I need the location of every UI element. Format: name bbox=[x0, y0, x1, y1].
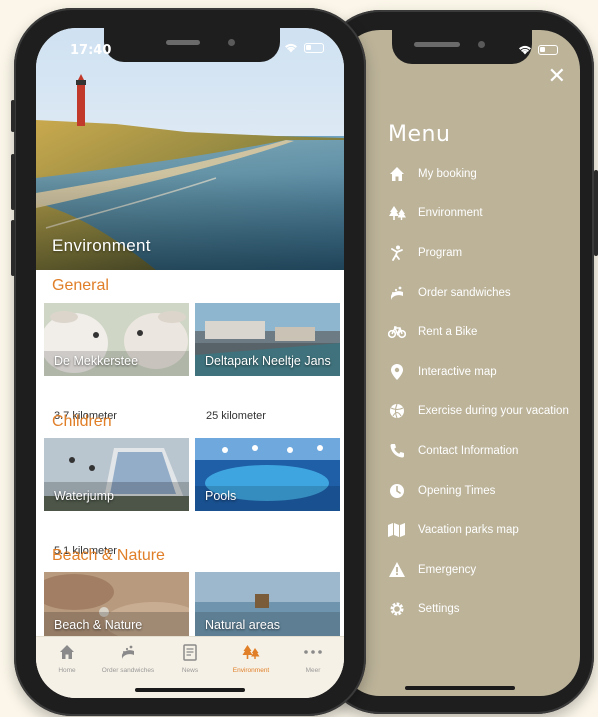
card-deltapark-neeltje-jans[interactable]: Deltapark Neeltje Jans bbox=[195, 303, 340, 376]
menu-item-interactive-map[interactable]: Interactive map bbox=[388, 352, 580, 392]
battery-icon bbox=[538, 44, 558, 55]
section-title-beach-nature: Beach & Nature bbox=[52, 547, 165, 564]
tab-home[interactable]: Home bbox=[36, 641, 98, 674]
card-label: Pools bbox=[205, 489, 237, 503]
camera bbox=[478, 41, 485, 48]
distance-text: 25 kilometer bbox=[206, 410, 266, 422]
camera bbox=[228, 39, 235, 46]
tab-environment[interactable]: Environment bbox=[220, 641, 282, 674]
menu-screen: ✕ Menu My booking Environment Program Or… bbox=[340, 30, 580, 696]
environment-phone: 17:40 Environment General De Mekkerstee … bbox=[11, 8, 366, 716]
newspaper-icon bbox=[183, 643, 197, 661]
card-waterjump[interactable]: Waterjump bbox=[44, 438, 189, 511]
hero-image: Environment bbox=[36, 28, 344, 270]
power-button bbox=[594, 170, 598, 256]
notch bbox=[392, 30, 532, 64]
menu-item-contact-information[interactable]: Contact Information bbox=[388, 431, 580, 471]
menu-item-label: Environment bbox=[418, 207, 483, 220]
menu-item-program[interactable]: Program bbox=[388, 233, 580, 273]
page-title: Environment bbox=[52, 236, 151, 255]
sandwich-icon bbox=[121, 645, 134, 659]
volume-up-button bbox=[11, 154, 15, 210]
card-label: Deltapark Neeltje Jans bbox=[205, 354, 331, 368]
trees-icon bbox=[242, 645, 260, 659]
section-title-general: General bbox=[52, 277, 109, 294]
tab-label: News bbox=[181, 667, 199, 674]
card-beach-nature[interactable]: Beach & Nature bbox=[44, 572, 189, 640]
wifi-icon bbox=[285, 43, 297, 53]
home-icon bbox=[388, 165, 406, 183]
menu-item-label: Exercise during your vacation bbox=[418, 405, 569, 418]
speaker bbox=[414, 42, 460, 47]
trees-icon bbox=[388, 204, 406, 222]
menu-item-label: Settings bbox=[418, 603, 460, 616]
menu-item-label: My booking bbox=[418, 167, 477, 180]
wifi-icon bbox=[519, 45, 531, 55]
ball-icon bbox=[388, 402, 406, 420]
more-icon bbox=[304, 650, 322, 654]
map-pin-icon bbox=[388, 363, 406, 381]
notch bbox=[104, 28, 280, 62]
section-title-children: Children bbox=[52, 413, 112, 430]
menu-item-environment[interactable]: Environment bbox=[388, 194, 580, 234]
menu-item-exercise[interactable]: Exercise during your vacation bbox=[388, 392, 580, 432]
card-de-mekkerstee[interactable]: De Mekkerstee bbox=[44, 303, 189, 376]
clock-icon bbox=[388, 482, 406, 500]
menu-item-label: Rent a Bike bbox=[418, 326, 478, 339]
home-icon bbox=[60, 645, 74, 659]
menu-item-my-booking[interactable]: My booking bbox=[388, 154, 580, 194]
card-label: Beach & Nature bbox=[54, 618, 143, 632]
menu-item-label: Order sandwiches bbox=[418, 286, 511, 299]
gear-icon bbox=[388, 600, 406, 618]
home-indicator bbox=[405, 686, 515, 690]
phone-icon bbox=[388, 442, 406, 460]
status-icons bbox=[518, 44, 558, 55]
status-icons bbox=[284, 42, 324, 53]
warning-icon bbox=[388, 561, 406, 579]
menu-item-rent-a-bike[interactable]: Rent a Bike bbox=[388, 312, 580, 352]
menu-item-label: Opening Times bbox=[418, 484, 496, 497]
tab-more[interactable]: Meer bbox=[282, 641, 344, 674]
volume-down-button bbox=[11, 220, 15, 276]
close-icon[interactable]: ✕ bbox=[548, 66, 566, 88]
coast-landscape-image bbox=[36, 28, 344, 270]
menu-item-label: Emergency bbox=[418, 563, 477, 576]
tab-label: Order sandwiches bbox=[101, 667, 155, 674]
tab-label: Environment bbox=[232, 667, 270, 674]
speaker bbox=[166, 40, 200, 45]
tab-label: Home bbox=[58, 667, 76, 674]
bike-icon bbox=[388, 323, 406, 341]
menu-item-settings[interactable]: Settings bbox=[388, 590, 580, 630]
card-label: Natural areas bbox=[205, 618, 281, 632]
tab-order-sandwiches[interactable]: Order sandwiches bbox=[97, 641, 159, 674]
menu-item-label: Program bbox=[418, 246, 463, 259]
card-label: Waterjump bbox=[54, 489, 114, 503]
battery-icon bbox=[304, 42, 324, 53]
menu-list: My booking Environment Program Order san… bbox=[388, 154, 580, 629]
menu-item-order-sandwiches[interactable]: Order sandwiches bbox=[388, 273, 580, 313]
menu-item-label: Interactive map bbox=[418, 365, 497, 378]
card-pools[interactable]: Pools bbox=[195, 438, 340, 511]
menu-item-opening-times[interactable]: Opening Times bbox=[388, 471, 580, 511]
menu-item-emergency[interactable]: Emergency bbox=[388, 550, 580, 590]
card-label: De Mekkerstee bbox=[54, 354, 139, 368]
map-icon bbox=[388, 521, 406, 539]
tab-news[interactable]: News bbox=[159, 641, 221, 674]
card-natural-areas[interactable]: Natural areas bbox=[195, 572, 340, 640]
mute-switch bbox=[11, 100, 15, 132]
sandwich-icon bbox=[388, 284, 406, 302]
person-jumping-icon bbox=[388, 244, 406, 262]
status-time: 17:40 bbox=[70, 43, 112, 58]
tab-label: Meer bbox=[305, 667, 321, 674]
menu-title: Menu bbox=[388, 122, 451, 147]
menu-item-vacation-parks-map[interactable]: Vacation parks map bbox=[388, 510, 580, 550]
home-indicator bbox=[135, 688, 245, 692]
menu-item-label: Vacation parks map bbox=[418, 524, 519, 537]
environment-screen: 17:40 Environment General De Mekkerstee … bbox=[36, 28, 344, 698]
menu-item-label: Contact Information bbox=[418, 444, 519, 457]
